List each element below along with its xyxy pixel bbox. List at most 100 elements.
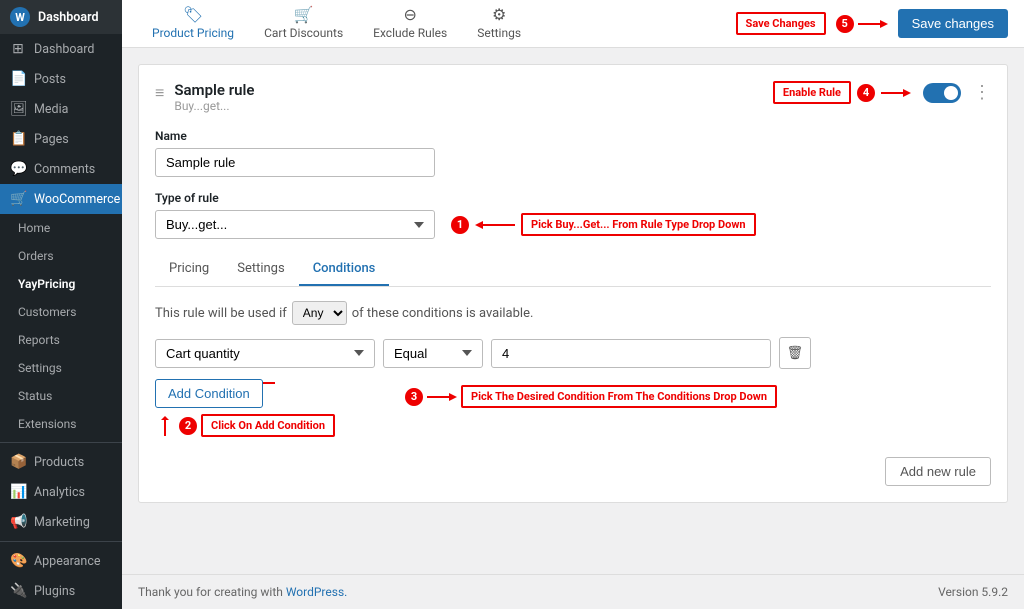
- main-content: 🏷 Product Pricing 🛒 Cart Discounts ⊖ Exc…: [122, 0, 1024, 609]
- pages-icon: 📋: [10, 131, 26, 147]
- footer: Thank you for creating with WordPress. V…: [122, 574, 1024, 609]
- inner-tab-settings[interactable]: Settings: [223, 253, 298, 286]
- sidebar-item-home[interactable]: Home: [0, 214, 122, 242]
- rule-title: Sample rule: [174, 81, 254, 99]
- arrow-3-right-svg: [427, 389, 457, 405]
- sidebar-label-extensions: Extensions: [18, 417, 76, 431]
- sidebar-item-customers[interactable]: Customers: [0, 298, 122, 326]
- sidebar-item-woocommerce[interactable]: 🛒 WooCommerce: [0, 184, 122, 214]
- sidebar-item-status[interactable]: Status: [0, 382, 122, 410]
- posts-icon: 📄: [10, 71, 26, 87]
- rule-type-label: Type of rule: [155, 191, 991, 205]
- marketing-icon: 📢: [10, 514, 26, 530]
- conditions-desc-suffix: of these conditions is available.: [352, 306, 534, 321]
- add-condition-area: Add Condition 2 Click On Add Condition: [155, 379, 991, 437]
- any-select[interactable]: Any All: [292, 301, 347, 325]
- conditions-description: This rule will be used if Any All of the…: [155, 301, 991, 325]
- sidebar-label-appearance: Appearance: [34, 554, 101, 569]
- content-area: ≡ Sample rule Buy...get... Enable Rule 4: [122, 48, 1024, 574]
- sidebar-item-posts[interactable]: 📄 Posts: [0, 64, 122, 94]
- annotation-callout-2: Click On Add Condition: [201, 414, 335, 437]
- annotation-callout-4: Enable Rule: [773, 81, 851, 104]
- sidebar-item-products[interactable]: 📦 Products: [0, 447, 122, 477]
- rule-header-left: ≡ Sample rule Buy...get...: [155, 81, 254, 113]
- footer-version: Version 5.9.2: [938, 585, 1008, 599]
- rule-type-select[interactable]: Buy...get... Percentage discount Fixed d…: [155, 210, 435, 239]
- enable-rule-annotation: Enable Rule 4: [773, 81, 911, 104]
- tab-product-pricing[interactable]: 🏷 Product Pricing: [138, 0, 248, 50]
- tab-exclude-rules-label: Exclude Rules: [373, 26, 447, 40]
- annotation-number-5: 5: [836, 15, 854, 33]
- sidebar-label-status: Status: [18, 389, 52, 403]
- add-new-rule-button[interactable]: Add new rule: [885, 457, 991, 486]
- tab-settings-label: Settings: [477, 26, 521, 40]
- top-save-area: Save Changes 5 Save changes: [736, 9, 1008, 38]
- sidebar: W Dashboard ⊞ Dashboard 📄 Posts 🖼 Media …: [0, 0, 122, 609]
- appearance-icon: 🎨: [10, 553, 26, 569]
- more-options-button[interactable]: ⋮: [973, 82, 991, 103]
- sidebar-logo[interactable]: W Dashboard: [0, 0, 122, 34]
- rule-type-row: Buy...get... Percentage discount Fixed d…: [155, 210, 991, 239]
- sidebar-item-settings-woo[interactable]: Settings: [0, 354, 122, 382]
- sidebar-item-media[interactable]: 🖼 Media: [0, 94, 122, 124]
- arrow-2-up-svg: [155, 416, 175, 436]
- sidebar-item-dashboard[interactable]: ⊞ Dashboard: [0, 34, 122, 64]
- condition-row: Cart quantity Cart total Product Equal G…: [155, 337, 991, 369]
- save-changes-button[interactable]: Save changes: [898, 9, 1008, 38]
- rule-header-right: Enable Rule 4 ⋮: [773, 81, 991, 104]
- annotation-number-3: 3: [405, 388, 423, 406]
- sidebar-item-plugins[interactable]: 🔌 Plugins: [0, 576, 122, 606]
- sidebar-label-products: Products: [34, 455, 84, 470]
- footer-wordpress-link[interactable]: WordPress.: [286, 585, 347, 599]
- inner-tab-conditions[interactable]: Conditions: [299, 253, 390, 286]
- exclude-rules-icon: ⊖: [403, 5, 416, 24]
- condition-delete-button[interactable]: 🗑: [779, 337, 811, 369]
- sidebar-label-reports: Reports: [18, 333, 60, 347]
- sidebar-item-analytics[interactable]: 📊 Analytics: [0, 477, 122, 507]
- sidebar-item-marketing[interactable]: 📢 Marketing: [0, 507, 122, 537]
- sidebar-label-media: Media: [34, 102, 68, 117]
- sidebar-item-reports[interactable]: Reports: [0, 326, 122, 354]
- sidebar-label-marketing: Marketing: [34, 515, 90, 530]
- condition-type-select[interactable]: Cart quantity Cart total Product: [155, 339, 375, 368]
- tab-cart-discounts[interactable]: 🛒 Cart Discounts: [250, 0, 357, 50]
- conditions-desc-prefix: This rule will be used if: [155, 306, 287, 321]
- add-condition-button[interactable]: Add Condition: [155, 379, 263, 408]
- rule-subtitle: Buy...get...: [174, 99, 254, 113]
- sidebar-item-comments[interactable]: 💬 Comments: [0, 154, 122, 184]
- annotation-5-badge-wrap: 5: [836, 15, 888, 33]
- sidebar-item-yaypricing[interactable]: YayPricing: [0, 270, 122, 298]
- wp-icon: W: [10, 7, 30, 27]
- footer-text: Thank you for creating with WordPress.: [138, 585, 347, 599]
- tabs-left: 🏷 Product Pricing 🛒 Cart Discounts ⊖ Exc…: [138, 0, 535, 50]
- inner-tab-pricing[interactable]: Pricing: [155, 253, 223, 286]
- sidebar-label-settings-woo: Settings: [18, 361, 62, 375]
- rule-header: ≡ Sample rule Buy...get... Enable Rule 4: [155, 81, 991, 113]
- conditions-section: This rule will be used if Any All of the…: [155, 301, 991, 486]
- media-icon: 🖼: [10, 101, 26, 117]
- name-input[interactable]: [155, 148, 435, 177]
- sidebar-label-orders: Orders: [18, 249, 54, 263]
- condition-value-input[interactable]: [491, 339, 771, 368]
- sidebar-item-orders[interactable]: Orders: [0, 242, 122, 270]
- sidebar-label-home: Home: [18, 221, 50, 235]
- sidebar-label-posts: Posts: [34, 72, 66, 87]
- top-tabs-bar: 🏷 Product Pricing 🛒 Cart Discounts ⊖ Exc…: [122, 0, 1024, 48]
- condition-operator-select[interactable]: Equal Greater than Less than: [383, 339, 483, 368]
- sidebar-label-pages: Pages: [34, 132, 69, 147]
- product-pricing-icon: 🏷: [183, 5, 203, 24]
- cart-discounts-icon: 🛒: [294, 5, 314, 24]
- rule-title-block: Sample rule Buy...get...: [174, 81, 254, 113]
- tab-settings[interactable]: ⚙ Settings: [463, 0, 535, 50]
- annotation-number-1: 1: [451, 216, 469, 234]
- rule-type-form-group: Type of rule Buy...get... Percentage dis…: [155, 191, 991, 239]
- hamburger-icon[interactable]: ≡: [155, 83, 164, 103]
- enable-rule-toggle[interactable]: [923, 83, 961, 103]
- sidebar-label-customers: Customers: [18, 305, 76, 319]
- sidebar-item-pages[interactable]: 📋 Pages: [0, 124, 122, 154]
- annotation-callout-1: Pick Buy...Get... From Rule Type Drop Do…: [521, 213, 756, 236]
- products-icon: 📦: [10, 454, 26, 470]
- sidebar-item-appearance[interactable]: 🎨 Appearance: [0, 546, 122, 576]
- tab-exclude-rules[interactable]: ⊖ Exclude Rules: [359, 0, 461, 50]
- sidebar-item-extensions[interactable]: Extensions: [0, 410, 122, 438]
